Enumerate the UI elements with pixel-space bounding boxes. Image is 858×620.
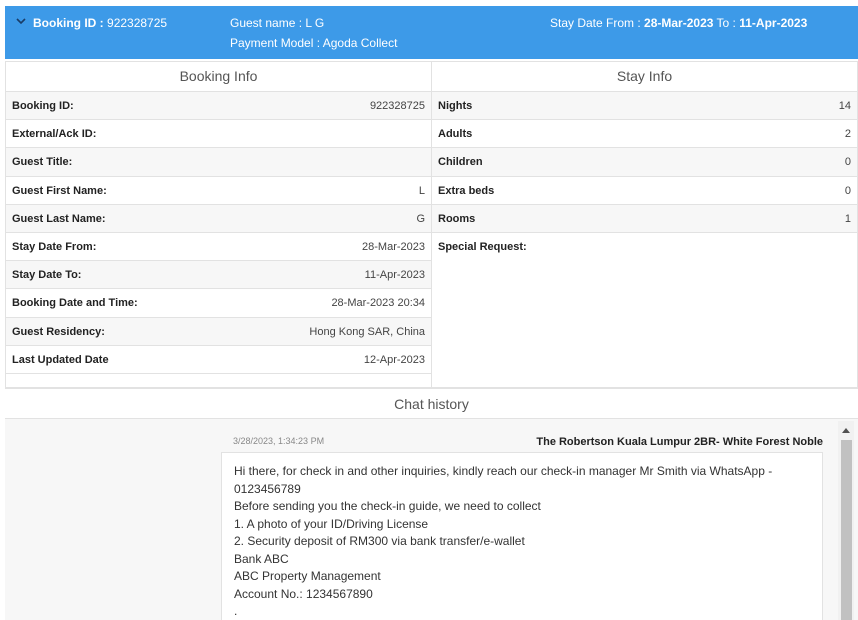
chat-scrollbar[interactable] bbox=[838, 421, 854, 620]
info-panels: Booking Info Booking ID: 922328725 Extern… bbox=[5, 61, 858, 388]
row-value: 28-Mar-2023 bbox=[362, 240, 425, 253]
booking-info-row: Guest Last Name: G bbox=[6, 204, 431, 233]
message-line: Account No.: 1234567890 bbox=[234, 586, 373, 601]
stay-info-panel: Stay Info Nights 14 Adults 2 Children 0 Ext… bbox=[431, 61, 858, 388]
row-label: Guest Title: bbox=[12, 156, 73, 169]
booking-info-row: Guest First Name: L bbox=[6, 177, 431, 205]
message-line: . bbox=[234, 604, 238, 618]
row-label: Last Updated Date bbox=[12, 353, 109, 366]
booking-info-row: Guest Residency: Hong Kong SAR, China bbox=[6, 317, 431, 346]
message-line: 1. A photo of your ID/Driving License bbox=[234, 516, 429, 531]
stay-info-row: Rooms 1 bbox=[432, 204, 857, 233]
row-label: Adults bbox=[438, 128, 473, 141]
header-payment-model: Payment Model : Agoda Collect bbox=[230, 36, 398, 50]
row-value: G bbox=[416, 212, 425, 225]
row-value: 922328725 bbox=[369, 100, 425, 112]
row-label: Guest Residency: bbox=[12, 325, 105, 338]
header-stay-dates: Stay Date From : 28-Mar-2023 To : 11-Apr… bbox=[550, 16, 807, 30]
row-value: 0 bbox=[844, 156, 851, 169]
scrollbar-thumb[interactable] bbox=[841, 440, 852, 620]
header-stay-from-value: 28-Mar-2023 bbox=[644, 16, 714, 30]
message-line: 2. Security deposit of RM300 via bank tr… bbox=[234, 534, 525, 548]
booking-info-title: Booking Info bbox=[6, 62, 431, 92]
message-timestamp: 3/28/2023, 1:34:23 PM bbox=[233, 436, 325, 446]
stay-info-row: Adults 2 bbox=[432, 120, 857, 149]
stay-info-title: Stay Info bbox=[432, 62, 857, 92]
header-stay-from-label: Stay Date From : bbox=[550, 16, 641, 30]
header-booking-id-value: 922328725 bbox=[107, 16, 168, 30]
row-label: External/Ack ID: bbox=[12, 128, 97, 141]
row-label: Children bbox=[438, 156, 483, 169]
row-label: Guest First Name: bbox=[12, 184, 107, 197]
row-label: Stay Date From: bbox=[12, 240, 97, 253]
message-line: ABC Property Management bbox=[234, 569, 381, 583]
message-line: Hi there, for check in and other inquiri… bbox=[234, 464, 773, 478]
message-bubble: Hi there, for check in and other inquiri… bbox=[221, 452, 823, 620]
message-sender: The Robertson Kuala Lumpur 2BR- White Fo… bbox=[536, 436, 823, 448]
row-value: 0 bbox=[844, 184, 851, 197]
chat-history-title: Chat history bbox=[5, 388, 858, 419]
row-label: Extra beds bbox=[438, 184, 495, 197]
header-booking-id: Booking ID : 922328725 bbox=[33, 16, 167, 30]
row-value: 1 bbox=[844, 212, 851, 225]
booking-info-row: Guest Title: bbox=[6, 148, 431, 177]
row-value: 12-Apr-2023 bbox=[363, 353, 425, 366]
message-line: 0123456789 bbox=[234, 481, 301, 496]
row-label: Rooms bbox=[438, 212, 476, 225]
booking-info-row: External/Ack ID: bbox=[6, 120, 431, 149]
booking-info-row: Stay Date From: 28-Mar-2023 bbox=[6, 233, 431, 262]
booking-info-row: Stay Date To: 11-Apr-2023 bbox=[6, 261, 431, 290]
row-value: 2 bbox=[844, 128, 851, 141]
row-label: Special Request: bbox=[438, 240, 527, 253]
triangle-up-icon[interactable] bbox=[838, 423, 854, 435]
booking-header[interactable]: Booking ID : 922328725 Guest name : L G … bbox=[5, 6, 858, 59]
header-stay-to-label: To : bbox=[716, 16, 736, 30]
row-label: Guest Last Name: bbox=[12, 212, 106, 225]
message-line: Before sending you the check-in guide, w… bbox=[234, 499, 541, 513]
booking-info-row: Last Updated Date 12-Apr-2023 bbox=[6, 346, 431, 374]
row-value: 28-Mar-2023 20:34 bbox=[331, 297, 425, 310]
message-line: Bank ABC bbox=[234, 551, 289, 566]
row-label: Nights bbox=[438, 100, 473, 112]
stay-info-row: Extra beds 0 bbox=[432, 177, 857, 205]
booking-info-row: Booking Date and Time: 28-Mar-2023 20:34 bbox=[6, 289, 431, 318]
header-booking-id-label: Booking ID : bbox=[33, 16, 104, 30]
stay-info-row: Children 0 bbox=[432, 148, 857, 177]
row-value: L bbox=[418, 184, 425, 197]
row-value: 11-Apr-2023 bbox=[364, 269, 425, 282]
header-guest-name: Guest name : L G bbox=[230, 16, 325, 30]
chat-history-area[interactable]: 3/28/2023, 1:34:23 PM The Robertson Kual… bbox=[5, 419, 858, 620]
booking-info-panel: Booking Info Booking ID: 922328725 Extern… bbox=[5, 61, 432, 388]
row-label: Stay Date To: bbox=[12, 269, 82, 282]
row-label: Booking Date and Time: bbox=[12, 297, 138, 310]
chevron-down-icon[interactable] bbox=[15, 15, 27, 27]
row-label: Booking ID: bbox=[12, 100, 74, 112]
header-stay-to-value: 11-Apr-2023 bbox=[739, 16, 808, 30]
row-value: Hong Kong SAR, China bbox=[309, 325, 425, 338]
special-request-row: Special Request: bbox=[432, 232, 857, 293]
stay-info-row: Nights 14 bbox=[432, 92, 857, 121]
row-value: 14 bbox=[838, 100, 851, 112]
booking-info-row: Booking ID: 922328725 bbox=[6, 92, 431, 121]
